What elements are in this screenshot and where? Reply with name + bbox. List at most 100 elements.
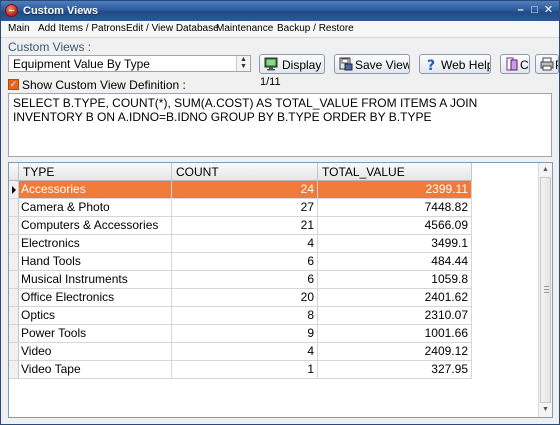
table-row[interactable]: Computers & Accessories 21 4566.09 <box>9 217 472 235</box>
copy-icon <box>506 57 518 71</box>
cell-total-value[interactable]: 4566.09 <box>318 217 472 235</box>
menu-main[interactable]: Main <box>8 23 30 34</box>
cell-type[interactable]: Accessories <box>19 181 172 199</box>
row-indicator[interactable] <box>9 253 19 271</box>
current-row-pointer-icon <box>12 186 16 194</box>
row-indicator[interactable] <box>9 199 19 217</box>
cell-count[interactable]: 8 <box>172 307 318 325</box>
svg-text:?: ? <box>427 58 435 71</box>
help-icon: ? <box>427 58 435 71</box>
cell-count[interactable]: 6 <box>172 253 318 271</box>
row-indicator[interactable] <box>9 181 19 199</box>
menu-add-items-patrons[interactable]: Add Items / Patrons <box>38 23 126 34</box>
vertical-scrollbar[interactable]: ▲ ▼ <box>538 163 552 417</box>
cell-count[interactable]: 4 <box>172 343 318 361</box>
row-indicator[interactable] <box>9 289 19 307</box>
print-button[interactable]: P <box>535 54 559 74</box>
cell-total-value[interactable]: 2310.07 <box>318 307 472 325</box>
cell-type[interactable]: Power Tools <box>19 325 172 343</box>
web-help-button[interactable]: ? Web Help <box>419 54 491 74</box>
cell-type[interactable]: Video Tape <box>19 361 172 379</box>
display-button[interactable]: Display <box>259 54 325 74</box>
row-indicator[interactable] <box>9 343 19 361</box>
row-indicator[interactable] <box>9 307 19 325</box>
show-definition-label[interactable]: Show Custom View Definition : <box>22 78 186 92</box>
cell-total-value[interactable]: 2399.11 <box>318 181 472 199</box>
table-row[interactable]: Office Electronics 20 2401.62 <box>9 289 472 307</box>
scroll-thumb[interactable] <box>540 177 551 403</box>
sql-definition-textarea[interactable]: SELECT B.TYPE, COUNT(*), SUM(A.COST) AS … <box>8 93 552 157</box>
menu-edit-view-database[interactable]: Edit / View Database <box>126 23 219 34</box>
save-view-button-label: Save View <box>355 58 410 72</box>
cell-total-value[interactable]: 484.44 <box>318 253 472 271</box>
table-row[interactable]: Power Tools 9 1001.66 <box>9 325 472 343</box>
close-button[interactable]: ✕ <box>542 4 555 17</box>
title-bar[interactable]: Custom Views – □ ✕ <box>1 1 559 21</box>
row-indicator[interactable] <box>9 271 19 289</box>
results-grid[interactable]: TYPE COUNT TOTAL_VALUE Accessories 24 2399… <box>8 162 553 418</box>
cell-total-value[interactable]: 1059.8 <box>318 271 472 289</box>
table-row[interactable]: Hand Tools 6 484.44 <box>9 253 472 271</box>
cell-total-value[interactable]: 7448.82 <box>318 199 472 217</box>
table-row[interactable]: Camera & Photo 27 7448.82 <box>9 199 472 217</box>
cell-total-value[interactable]: 1001.66 <box>318 325 472 343</box>
view-select-value: Equipment Value By Type <box>13 57 150 71</box>
cell-count[interactable]: 6 <box>172 271 318 289</box>
page-indicator: 1/11 <box>260 76 281 88</box>
cell-type[interactable]: Video <box>19 343 172 361</box>
monitor-icon <box>264 57 278 71</box>
save-view-button[interactable]: Save View <box>334 54 410 74</box>
menu-bar: Main Add Items / Patrons Edit / View Dat… <box>1 21 559 38</box>
copy-button-label: C <box>520 58 529 72</box>
column-header-type[interactable]: TYPE <box>19 163 172 181</box>
show-definition-checkbox[interactable]: ✓ <box>8 79 19 90</box>
cell-type[interactable]: Optics <box>19 307 172 325</box>
cell-type[interactable]: Camera & Photo <box>19 199 172 217</box>
cell-type[interactable]: Hand Tools <box>19 253 172 271</box>
cell-type[interactable]: Electronics <box>19 235 172 253</box>
display-button-label: Display <box>282 58 322 72</box>
cell-count[interactable]: 21 <box>172 217 318 235</box>
row-indicator[interactable] <box>9 235 19 253</box>
cell-total-value[interactable]: 3499.1 <box>318 235 472 253</box>
app-icon[interactable] <box>5 4 18 17</box>
scroll-down-icon[interactable]: ▼ <box>539 403 552 417</box>
cell-count[interactable]: 24 <box>172 181 318 199</box>
row-indicator[interactable] <box>9 325 19 343</box>
table-row[interactable]: Musical Instruments 6 1059.8 <box>9 271 472 289</box>
row-indicator[interactable] <box>9 217 19 235</box>
menu-maintenance[interactable]: Maintenance <box>216 23 273 34</box>
table-row[interactable]: Video 4 2409.12 <box>9 343 472 361</box>
chevron-up-down-icon[interactable]: ▲ ▼ <box>236 56 250 71</box>
cell-total-value[interactable]: 2409.12 <box>318 343 472 361</box>
cell-count[interactable]: 1 <box>172 361 318 379</box>
cell-count[interactable]: 9 <box>172 325 318 343</box>
web-help-button-label: Web Help <box>441 58 491 72</box>
column-header-total-value[interactable]: TOTAL_VALUE <box>318 163 472 181</box>
table-row[interactable]: Video Tape 1 327.95 <box>9 361 472 379</box>
cell-type[interactable]: Musical Instruments <box>19 271 172 289</box>
scroll-up-icon[interactable]: ▲ <box>539 163 552 177</box>
minimize-button[interactable]: – <box>514 4 527 17</box>
copy-button[interactable]: C <box>500 54 530 74</box>
cell-count[interactable]: 27 <box>172 199 318 217</box>
row-indicator[interactable] <box>9 361 19 379</box>
cell-total-value[interactable]: 327.95 <box>318 361 472 379</box>
cell-type[interactable]: Office Electronics <box>19 289 172 307</box>
menu-backup-restore[interactable]: Backup / Restore <box>277 23 354 34</box>
table-row[interactable]: Accessories 24 2399.11 <box>9 181 472 199</box>
cell-total-value[interactable]: 2401.62 <box>318 289 472 307</box>
custom-views-label: Custom Views : <box>8 40 92 54</box>
cell-count[interactable]: 20 <box>172 289 318 307</box>
print-icon <box>540 57 554 71</box>
cell-count[interactable]: 4 <box>172 235 318 253</box>
save-icon <box>339 57 353 71</box>
table-row[interactable]: Optics 8 2310.07 <box>9 307 472 325</box>
table-row[interactable]: Electronics 4 3499.1 <box>9 235 472 253</box>
custom-views-window: Custom Views – □ ✕ Main Add Items / Patr… <box>0 0 560 425</box>
view-select[interactable]: Equipment Value By Type ▲ ▼ <box>8 55 251 72</box>
grid-corner <box>9 163 19 181</box>
maximize-button[interactable]: □ <box>528 4 541 17</box>
column-header-count[interactable]: COUNT <box>172 163 318 181</box>
cell-type[interactable]: Computers & Accessories <box>19 217 172 235</box>
